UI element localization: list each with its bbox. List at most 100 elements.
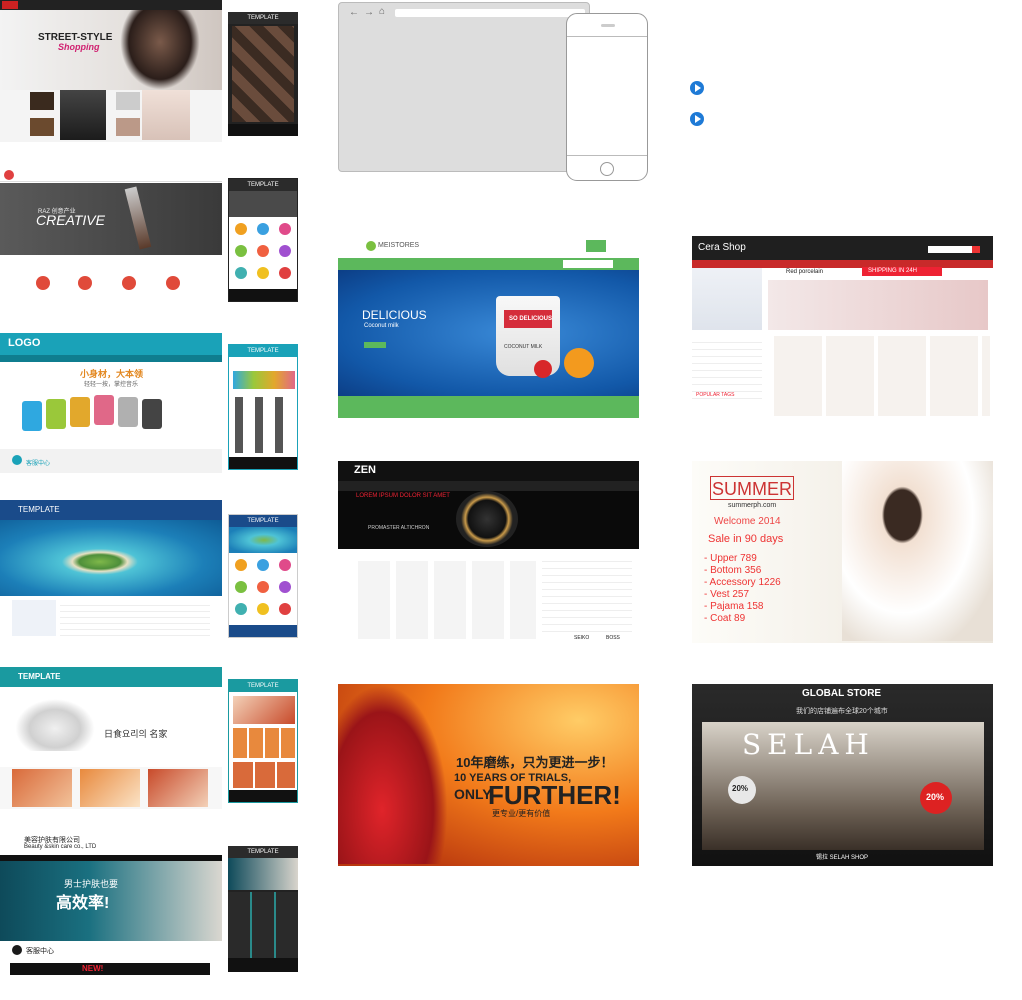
- mobile-dishes: [233, 728, 295, 758]
- mobile-footer: [229, 457, 297, 469]
- mobile-dishes-2: [233, 762, 295, 788]
- home-icon[interactable]: ⌂: [379, 6, 385, 17]
- brand-boss: BOSS: [606, 635, 620, 641]
- logo: MEISTORES: [378, 242, 420, 249]
- phone-mockup: [566, 13, 648, 181]
- logo-icon: [366, 241, 376, 251]
- logo: [2, 1, 18, 9]
- mobile-banner: [228, 858, 298, 890]
- service-label: 客服中心: [26, 948, 54, 955]
- running-shoe: [338, 684, 448, 864]
- home-button[interactable]: [600, 162, 614, 176]
- thumb-street-style[interactable]: STREET-STYLE Shopping: [0, 0, 222, 142]
- service-icon: [12, 455, 22, 465]
- mobile-thumb-island[interactable]: TEMPLATE: [228, 514, 298, 638]
- nav-bar: [0, 355, 222, 362]
- sidebar-list: [12, 600, 56, 636]
- company-name-en: Beauty &skin care co., LTD: [24, 844, 97, 850]
- summer-site: summerph.com: [728, 502, 777, 509]
- search-input[interactable]: [563, 260, 613, 268]
- hero-sub: PROMASTER ALTICHRON: [368, 525, 430, 531]
- forward-icon[interactable]: →: [364, 7, 374, 18]
- mobile-banner: [233, 696, 295, 724]
- cart-icon[interactable]: [586, 240, 606, 252]
- slogan-cn: 10年磨练，只为更进一步！: [456, 755, 614, 770]
- product-bag: [30, 92, 54, 110]
- thumb-sushi[interactable]: TEMPLATE 日食요리의 名家: [0, 667, 222, 809]
- mobile-banner: [229, 191, 297, 217]
- logo: TEMPLATE: [18, 672, 61, 681]
- mobile-footer: [228, 958, 298, 972]
- mobile-thumb-creative[interactable]: TEMPLATE: [228, 178, 298, 302]
- thumb-creative[interactable]: RAZ 创意产业 CREATIVE: [0, 168, 222, 304]
- hero-headline: DELICIOUS: [362, 308, 427, 322]
- thumb-summer[interactable]: SUMMER summerph.com Welcome 2014 Sale in…: [692, 461, 993, 643]
- sushi-plate: [10, 695, 100, 751]
- thumb-logo[interactable]: LOGO 小身材，大本领 轻轻一按，掌控音乐 客服中心: [0, 333, 222, 473]
- fruit-strawberry: [534, 360, 552, 378]
- thumb-beauty[interactable]: 美容护肤有限公司 Beauty &skin care co., LTD 男士护肤…: [0, 833, 222, 975]
- play-icon[interactable]: [690, 81, 704, 95]
- hero-tagline: 日食요리의 名家: [104, 729, 168, 739]
- mobile-thumb-beauty[interactable]: TEMPLATE: [228, 846, 298, 972]
- vase-grid: [770, 336, 990, 416]
- thumb-zen-watches[interactable]: ZEN LOREM IPSUM DOLOR SIT AMET PROMASTER…: [338, 461, 639, 643]
- service-label: 客服中心: [26, 461, 51, 467]
- hero-subtitle: Shopping: [58, 42, 100, 52]
- mobile-header: TEMPLATE: [228, 12, 298, 24]
- model-photo: [842, 461, 993, 641]
- logo-icon: [4, 170, 14, 180]
- logo: ZEN: [354, 464, 376, 476]
- store-footer: 锡拉 SELAH SHOP: [816, 855, 869, 861]
- mobile-thumb-logo[interactable]: TEMPLATE: [228, 344, 298, 470]
- hero-banner: [0, 183, 222, 255]
- search-input[interactable]: [928, 246, 972, 253]
- summer-item-5: - Pajama 158: [704, 601, 764, 612]
- watch-image: [456, 491, 518, 547]
- hero-banner: [338, 270, 639, 396]
- nav-bar: [0, 168, 222, 182]
- summer-title: SUMMER: [712, 479, 792, 499]
- popular-tags: POPULAR TAGS: [696, 392, 735, 398]
- speaker: [601, 24, 615, 27]
- badge-right-text: 20%: [926, 792, 945, 802]
- thumb-cera-shop[interactable]: Cera Shop Red porcelain SHIPPING IN 24H …: [692, 236, 993, 418]
- hero-big: 高效率!: [56, 895, 110, 912]
- mobile-footer: [228, 124, 298, 136]
- browser-mockup: ← → ⌂: [338, 2, 590, 172]
- mobile-header: TEMPLATE: [229, 680, 297, 692]
- mobile-header: TEMPLATE: [229, 179, 297, 191]
- hero-island: [0, 520, 222, 596]
- store-subtitle: 我们的店铺遍布全球20个城市: [796, 708, 888, 715]
- dish-row: [0, 767, 222, 809]
- thumb-meistores[interactable]: MEISTORES DELICIOUS Coconut milk SO DELI…: [338, 236, 639, 418]
- address-bar[interactable]: [395, 9, 585, 17]
- top-bar: [0, 0, 222, 10]
- summer-item-3: - Accessory 1226: [704, 577, 781, 588]
- thumb-selah[interactable]: GLOBAL STORE 我们的店铺遍布全球20个城市 SELAH 20% 20…: [692, 684, 993, 866]
- search-button[interactable]: [972, 246, 980, 253]
- shop-now-button[interactable]: [364, 342, 386, 348]
- mobile-thumb-sushi[interactable]: TEMPLATE: [228, 679, 298, 803]
- thumb-running[interactable]: 10年磨练，只为更进一步！ 10 YEARS OF TRIALS, ONLY F…: [338, 684, 639, 866]
- mobile-banner: [229, 527, 297, 553]
- summer-welcome: Welcome 2014: [714, 516, 781, 527]
- hero-title: CREATIVE: [36, 212, 105, 228]
- header: [338, 461, 639, 481]
- summer-item-2: - Bottom 356: [704, 565, 762, 576]
- thumb-island[interactable]: TEMPLATE: [0, 500, 222, 642]
- phone-screen: [567, 36, 647, 156]
- feature-icon-2: [78, 276, 92, 290]
- mobile-thumb-street[interactable]: TEMPLATE: [228, 12, 298, 136]
- slogan-en-2: ONLY: [454, 786, 492, 802]
- mobile-grid: [232, 26, 294, 122]
- back-icon[interactable]: ←: [349, 7, 359, 18]
- play-icon[interactable]: [690, 112, 704, 126]
- logo: TEMPLATE: [18, 505, 60, 514]
- mobile-icon-grid: [235, 559, 293, 617]
- logo: LOGO: [8, 337, 41, 349]
- summer-sale: Sale in 90 days: [708, 533, 784, 545]
- feature-icon-3: [122, 276, 136, 290]
- store-brand: SELAH: [742, 728, 875, 761]
- hero-title: LOREM IPSUM DOLOR SIT AMET: [356, 493, 450, 499]
